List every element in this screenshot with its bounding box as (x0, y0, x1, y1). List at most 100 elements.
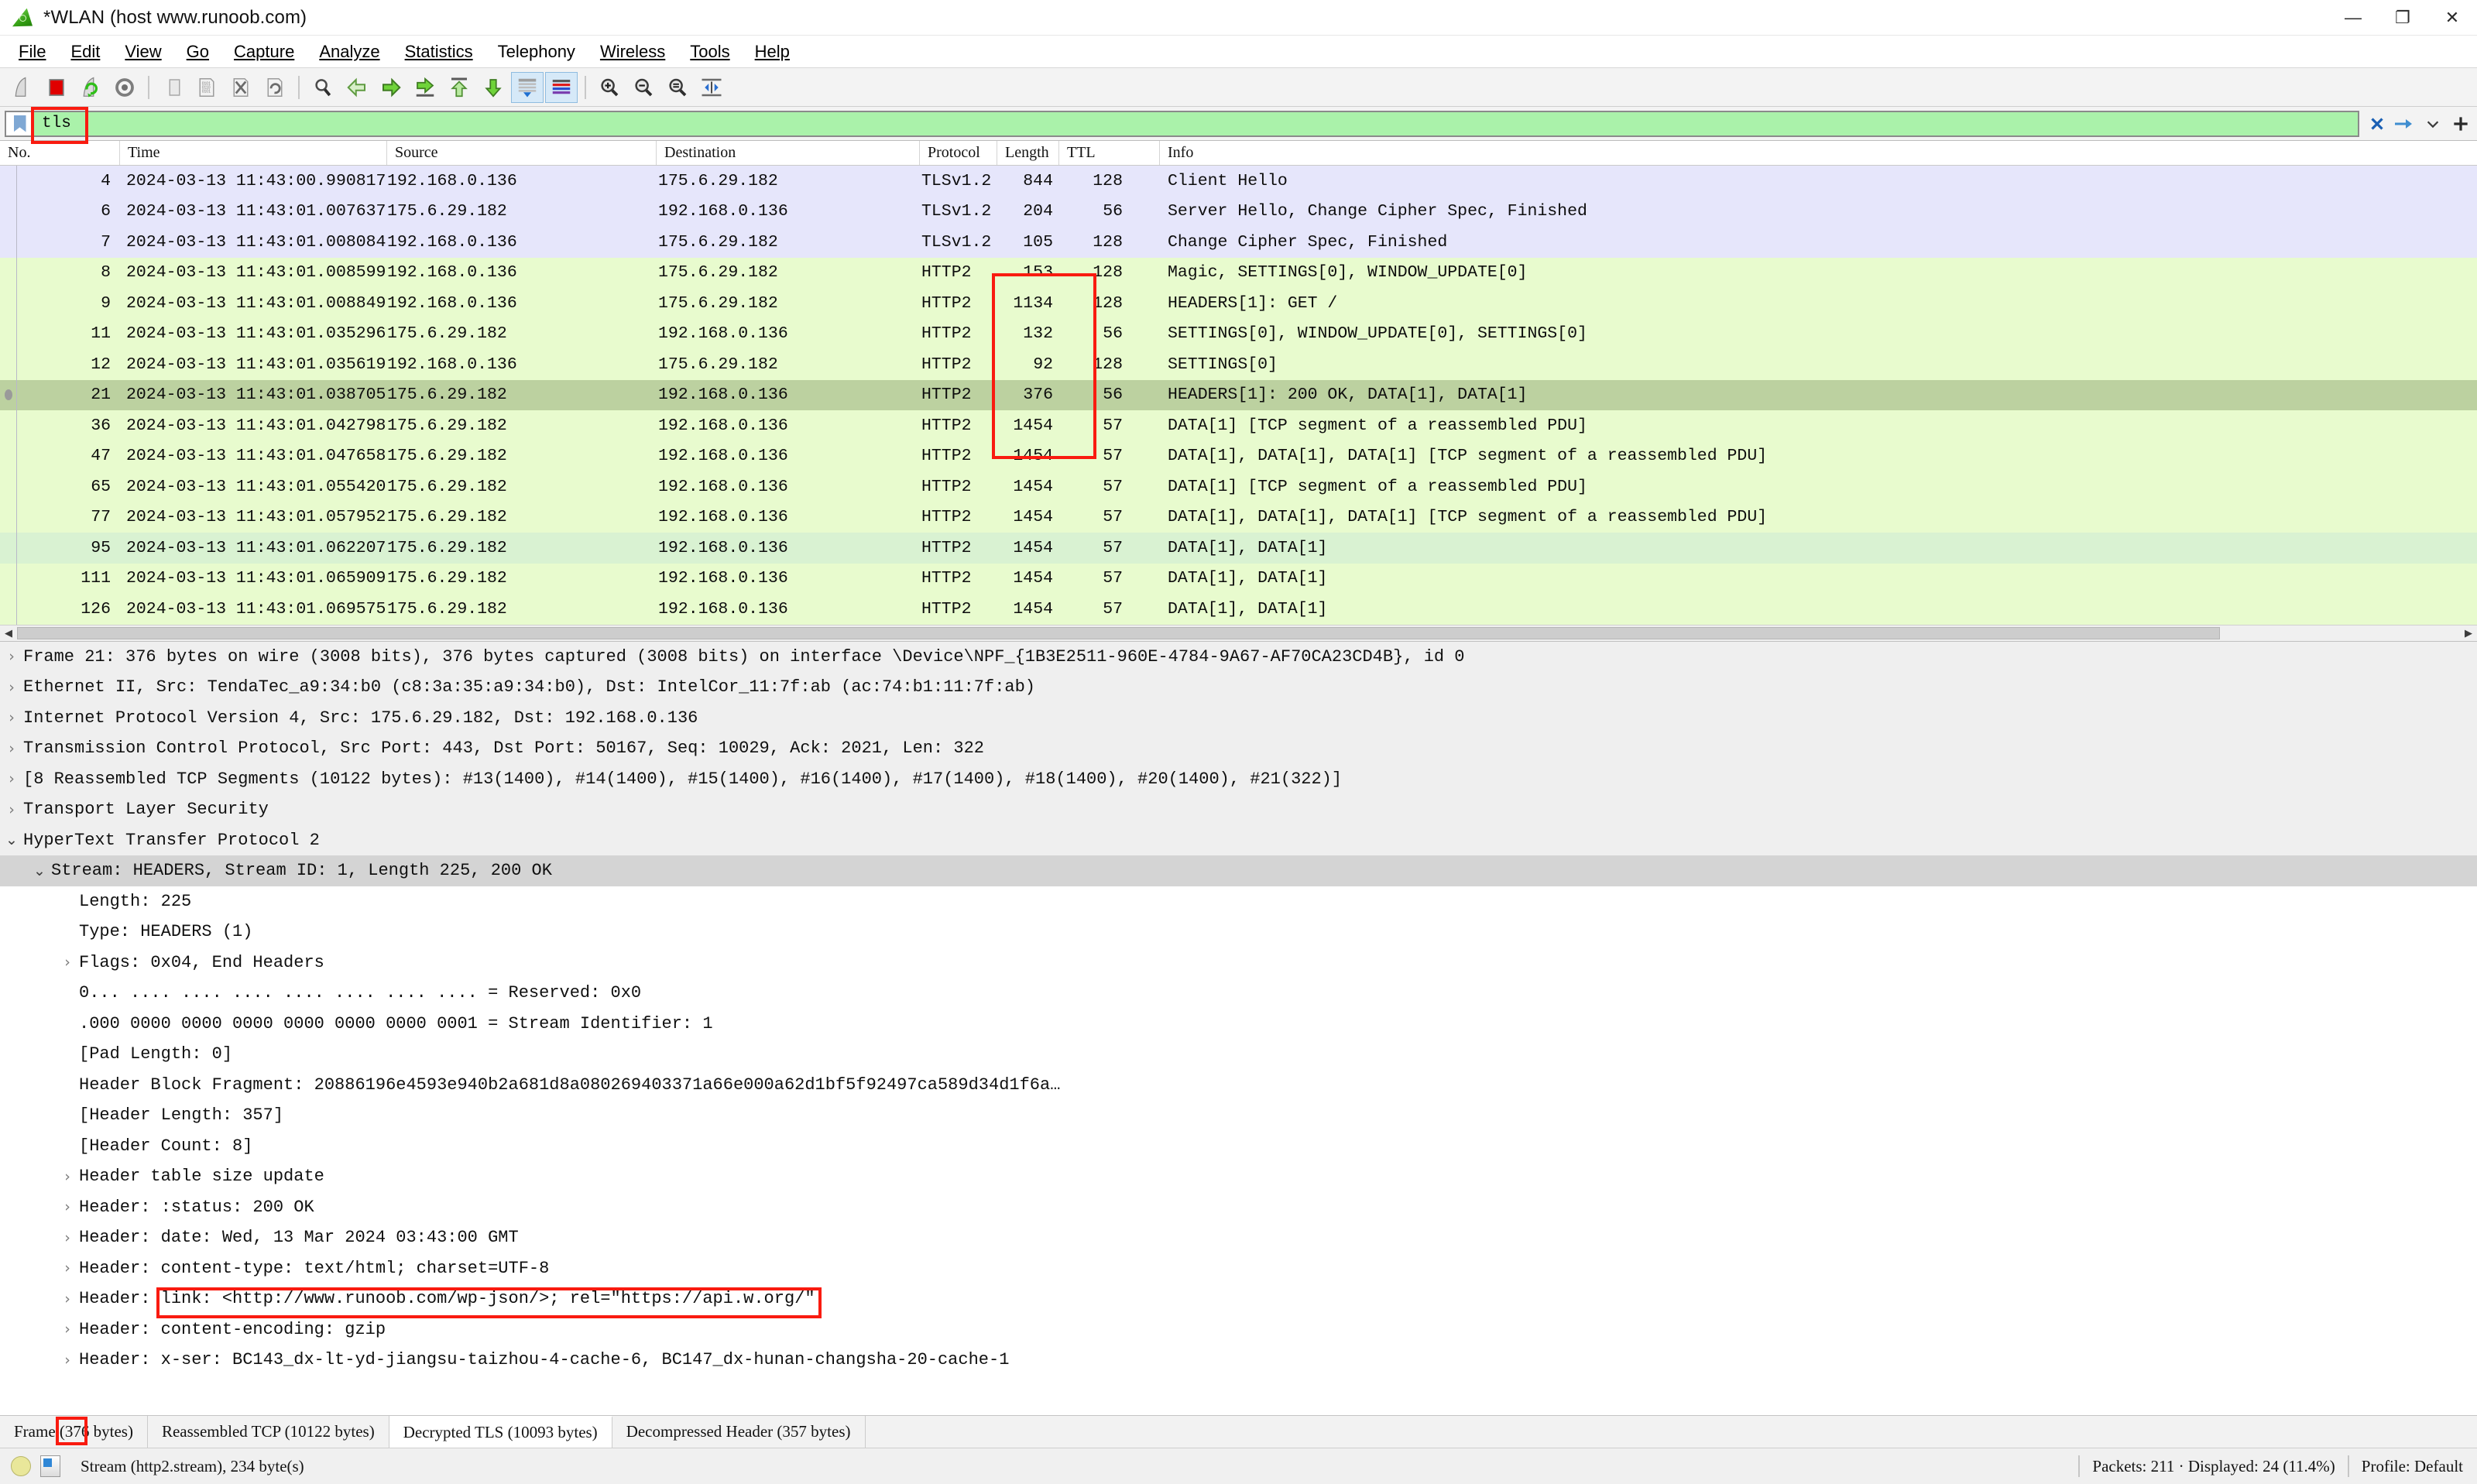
table-row[interactable]: 8 2024-03-13 11:43:01.008599 192.168.0.136… (0, 257, 2477, 288)
go-back-button[interactable] (341, 72, 373, 103)
detail-tree-row[interactable]: ⌄ Stream: HEADERS, Stream ID: 1, Length 2… (0, 855, 2477, 886)
chevron-down-icon[interactable]: ⌄ (0, 831, 23, 848)
resize-columns-button[interactable] (695, 72, 728, 103)
detail-tree-row[interactable]: › Internet Protocol Version 4, Src: 175.6… (0, 702, 2477, 733)
menu-capture[interactable]: Capture (221, 38, 307, 66)
go-first-packet-button[interactable] (443, 72, 475, 103)
chevron-right-icon[interactable]: › (0, 679, 23, 696)
colorize-packets-button[interactable] (545, 71, 578, 103)
go-forward-button[interactable] (375, 72, 407, 103)
packet-list-hscrollbar[interactable]: ◀ ▶ (0, 624, 2477, 642)
detail-tree-row[interactable]: › Header: :status: 200 OK (0, 1192, 2477, 1223)
menu-analyze[interactable]: Analyze (307, 38, 392, 66)
close-button[interactable]: ✕ (2427, 0, 2477, 36)
detail-tree-row[interactable]: › [8 Reassembled TCP Segments (10122 byte… (0, 763, 2477, 794)
detail-tree-row[interactable]: 0... .... .... .... .... .... .... .... … (0, 978, 2477, 1009)
chevron-right-icon[interactable]: › (56, 1321, 79, 1338)
column-header-info[interactable]: Info (1160, 141, 2477, 165)
add-filter-button[interactable] (2449, 112, 2472, 135)
maximize-button[interactable]: ❐ (2378, 0, 2427, 36)
scroll-left-arrow-icon[interactable]: ◀ (0, 625, 17, 641)
chevron-right-icon[interactable]: › (0, 770, 23, 787)
auto-scroll-button[interactable] (511, 71, 544, 103)
chevron-right-icon[interactable]: › (56, 1352, 79, 1369)
detail-tree-row[interactable]: › Header: content-encoding: gzip (0, 1314, 2477, 1345)
go-last-packet-button[interactable] (477, 72, 509, 103)
detail-tree-row[interactable]: › Header table size update (0, 1161, 2477, 1192)
apply-filter-button[interactable] (2393, 112, 2417, 135)
table-row[interactable]: 6 2024-03-13 11:43:01.007637 175.6.29.182 1… (0, 196, 2477, 227)
chevron-right-icon[interactable]: › (56, 1229, 79, 1246)
table-row[interactable]: 65 2024-03-13 11:43:01.055420 175.6.29.182… (0, 471, 2477, 502)
capture-options-button[interactable] (108, 72, 141, 103)
menu-go[interactable]: Go (174, 38, 221, 66)
menu-wireless[interactable]: Wireless (588, 38, 678, 66)
menu-edit[interactable]: Edit (58, 38, 112, 66)
detail-tree-row[interactable]: › Header: date: Wed, 13 Mar 2024 03:43:00… (0, 1222, 2477, 1253)
column-header-length[interactable]: Length (997, 141, 1059, 165)
detail-tree-row[interactable]: [Pad Length: 0] (0, 1039, 2477, 1070)
save-file-button[interactable]: 0101 0110 0101 (190, 72, 223, 103)
filter-bookmark-button[interactable] (6, 111, 34, 135)
tab-frame[interactable]: Frame (376 bytes) (0, 1416, 148, 1448)
open-file-button[interactable] (156, 72, 189, 103)
clear-filter-button[interactable] (2366, 112, 2389, 135)
table-row[interactable]: 126 2024-03-13 11:43:01.069575 175.6.29.18… (0, 594, 2477, 625)
menu-help[interactable]: Help (743, 38, 802, 66)
detail-tree-row[interactable]: › Transport Layer Security (0, 794, 2477, 825)
detail-tree-row[interactable]: › Header: link: <http://www.runoob.com/wp… (0, 1284, 2477, 1314)
column-header-no[interactable]: No. (0, 141, 120, 165)
column-header-ttl[interactable]: TTL (1059, 141, 1160, 165)
column-header-protocol[interactable]: Protocol (920, 141, 997, 165)
find-packet-button[interactable] (307, 72, 339, 103)
chevron-right-icon[interactable]: › (56, 1198, 79, 1215)
tab-decrypted-tls[interactable]: Decrypted TLS (10093 bytes) (389, 1416, 612, 1448)
menu-statistics[interactable]: Statistics (393, 38, 485, 66)
reload-file-button[interactable] (259, 72, 291, 103)
table-row[interactable]: 7 2024-03-13 11:43:01.008084 192.168.0.136… (0, 227, 2477, 258)
column-header-source[interactable]: Source (387, 141, 657, 165)
scroll-right-arrow-icon[interactable]: ▶ (2460, 625, 2477, 641)
detail-tree-row[interactable]: › Ethernet II, Src: TendaTec_a9:34:b0 (c8… (0, 672, 2477, 703)
table-row[interactable]: 21 2024-03-13 11:43:01.038705 175.6.29.182… (0, 379, 2477, 410)
table-row[interactable]: 95 2024-03-13 11:43:01.062207 175.6.29.182… (0, 533, 2477, 564)
stop-capture-button[interactable] (40, 72, 73, 103)
column-header-destination[interactable]: Destination (657, 141, 920, 165)
detail-tree-row[interactable]: › Flags: 0x04, End Headers (0, 948, 2477, 978)
table-row[interactable]: 47 2024-03-13 11:43:01.047658 175.6.29.182… (0, 440, 2477, 471)
hscroll-track[interactable] (17, 625, 2460, 641)
table-row[interactable]: 9 2024-03-13 11:43:01.008849 192.168.0.136… (0, 288, 2477, 319)
chevron-right-icon[interactable]: › (56, 1168, 79, 1185)
detail-tree-row[interactable]: Length: 225 (0, 886, 2477, 917)
hscroll-thumb[interactable] (17, 626, 2220, 639)
detail-tree-row[interactable]: Header Block Fragment: 20886196e4593e940… (0, 1070, 2477, 1101)
menu-view[interactable]: View (112, 38, 173, 66)
expert-info-bulb-icon[interactable] (11, 1456, 31, 1476)
chevron-right-icon[interactable]: › (0, 648, 23, 665)
zoom-in-button[interactable] (593, 72, 626, 103)
detail-tree-row[interactable]: [Header Length: 357] (0, 1100, 2477, 1131)
restart-capture-button[interactable] (74, 72, 107, 103)
column-header-time[interactable]: Time (120, 141, 387, 165)
table-row[interactable]: 4 2024-03-13 11:43:00.990817 192.168.0.136… (0, 166, 2477, 197)
detail-tree-row[interactable]: › Frame 21: 376 bytes on wire (3008 bits)… (0, 641, 2477, 672)
capture-file-properties-icon[interactable] (40, 1455, 60, 1477)
table-row[interactable]: 111 2024-03-13 11:43:01.065909 175.6.29.18… (0, 563, 2477, 594)
chevron-right-icon[interactable]: › (56, 1260, 79, 1277)
table-row[interactable]: 12 2024-03-13 11:43:01.035619 192.168.0.13… (0, 349, 2477, 380)
menu-telephony[interactable]: Telephony (485, 38, 588, 66)
filter-dropdown-button[interactable] (2421, 112, 2444, 135)
chevron-right-icon[interactable]: › (0, 709, 23, 726)
menu-file[interactable]: File (6, 38, 58, 66)
menu-tools[interactable]: Tools (678, 38, 742, 66)
zoom-reset-button[interactable] (661, 72, 694, 103)
start-capture-button[interactable] (6, 72, 39, 103)
detail-tree-row[interactable]: › Header: content-type: text/html; charse… (0, 1253, 2477, 1284)
detail-tree-row[interactable]: ⌄ HyperText Transfer Protocol 2 (0, 824, 2477, 855)
detail-tree-row[interactable]: › Transmission Control Protocol, Src Port… (0, 733, 2477, 764)
minimize-button[interactable]: — (2328, 0, 2378, 36)
chevron-right-icon[interactable]: › (56, 1290, 79, 1307)
detail-tree-row[interactable]: Type: HEADERS (1) (0, 917, 2477, 948)
tab-decompressed-header[interactable]: Decompressed Header (357 bytes) (612, 1416, 866, 1448)
display-filter-input[interactable] (34, 111, 2358, 135)
